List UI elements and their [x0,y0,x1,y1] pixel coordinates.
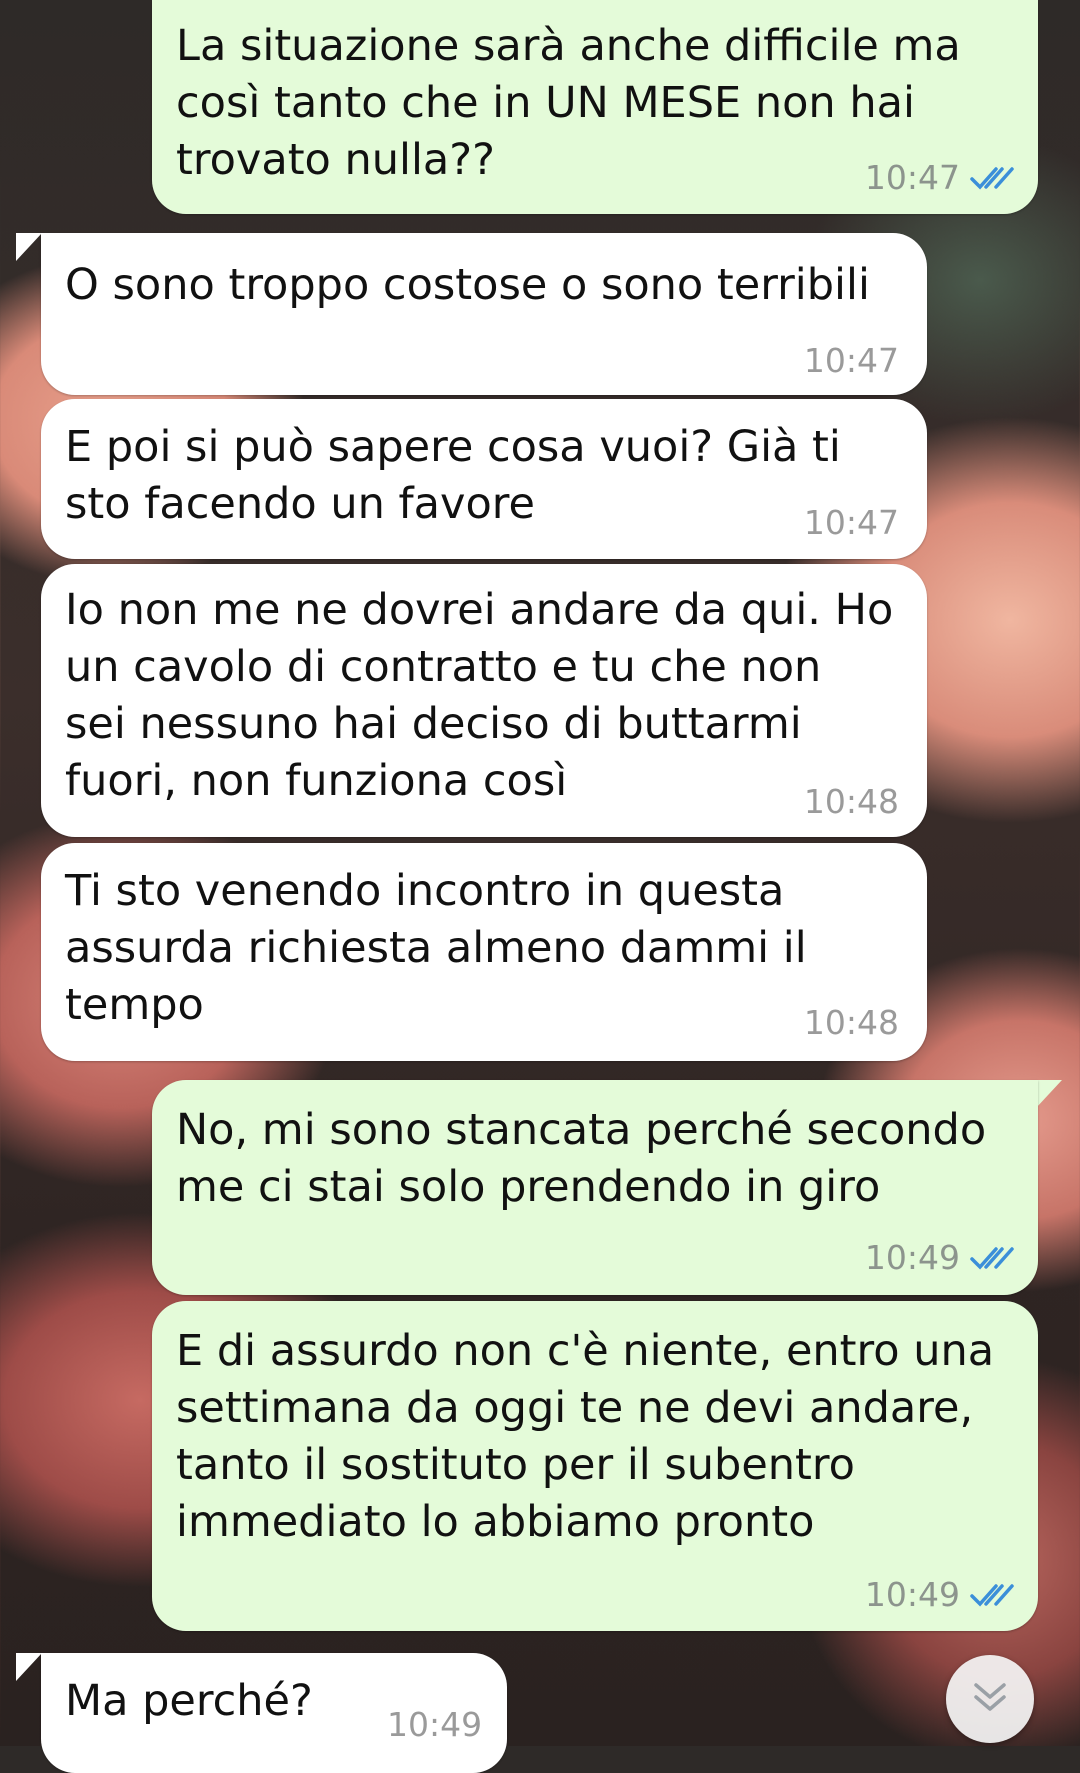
scroll-to-bottom-button[interactable] [946,1655,1034,1743]
message-time: 10:49 [387,1705,483,1744]
message-text: O sono troppo costose o sono terribili [65,260,870,310]
double-check-icon [970,165,1014,191]
message-text: E di assurdo non c'è niente, entro una s… [176,1326,995,1547]
message-time: 10:47 [803,341,899,380]
message-text: Io non me ne dovrei andare da qui. Ho un… [65,585,894,806]
double-chevron-down-icon [970,1679,1010,1719]
message-bubble-incoming[interactable]: Ma perché? 10:49 [41,1653,507,1773]
message-meta: 10:49 [387,1705,482,1745]
message-meta: 10:48 [804,1003,899,1043]
message-bubble-outgoing[interactable]: No, mi sono stancata perché secondo me c… [152,1080,1038,1295]
message-meta: 10:47 [804,341,899,381]
message-bubble-incoming[interactable]: Ti sto venendo incontro in questa assurd… [41,843,927,1061]
bubble-tail [16,233,42,261]
double-check-icon [970,1582,1014,1608]
message-text: Ma perché? [65,1676,313,1726]
message-text: No, mi sono stancata perché secondo me c… [176,1105,987,1212]
message-bubble-outgoing[interactable]: E di assurdo non c'è niente, entro una s… [152,1301,1038,1631]
message-time: 10:48 [803,1003,899,1042]
message-meta: 10:47 [865,158,1014,198]
message-text: Ti sto venendo incontro in questa assurd… [65,866,807,1030]
message-bubble-incoming[interactable]: E poi si può sapere cosa vuoi? Già ti st… [41,399,927,559]
double-check-icon [970,1245,1014,1271]
bubble-tail [1036,1080,1062,1108]
message-meta: 10:47 [804,503,899,543]
bubble-tail [16,1653,42,1681]
message-bubble-outgoing[interactable]: La situazione sarà anche difficile ma co… [152,0,1038,214]
message-text: E poi si può sapere cosa vuoi? Già ti st… [65,422,841,529]
message-time: 10:49 [864,1238,960,1277]
message-time: 10:48 [803,782,899,821]
message-meta: 10:49 [865,1575,1014,1615]
message-time: 10:49 [864,1575,960,1614]
message-bubble-incoming[interactable]: O sono troppo costose o sono terribili 1… [41,233,927,395]
message-meta: 10:49 [865,1238,1014,1278]
message-meta: 10:48 [804,782,899,822]
message-time: 10:47 [864,158,960,197]
message-time: 10:47 [803,503,899,542]
message-text: La situazione sarà anche difficile ma co… [176,21,961,185]
message-bubble-incoming[interactable]: Io non me ne dovrei andare da qui. Ho un… [41,564,927,837]
